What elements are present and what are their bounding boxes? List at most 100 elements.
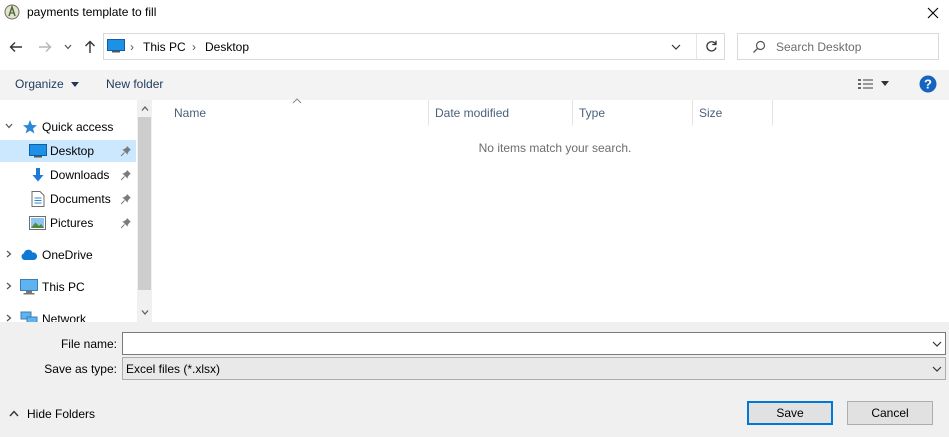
empty-results-message: No items match your search. bbox=[478, 141, 632, 155]
desktop-icon bbox=[29, 144, 47, 158]
close-button[interactable] bbox=[918, 0, 948, 26]
file-name-label: File name: bbox=[60, 337, 117, 351]
scroll-down-button[interactable] bbox=[137, 304, 152, 320]
app-icon bbox=[4, 4, 20, 20]
column-header-date-modified[interactable]: Date modified bbox=[429, 100, 573, 126]
arrow-right-icon bbox=[39, 42, 52, 52]
help-button[interactable]: ? bbox=[919, 75, 937, 93]
save-as-type-value: Excel files (*.xlsx) bbox=[126, 362, 221, 376]
scroll-thumb[interactable] bbox=[138, 117, 151, 290]
nav-item-quick-access[interactable]: Quick access bbox=[0, 116, 136, 138]
organize-menu[interactable]: Organize bbox=[15, 77, 80, 91]
nav-item-documents[interactable]: Documents bbox=[0, 188, 136, 210]
chevron-right-icon bbox=[6, 282, 12, 290]
pin-icon bbox=[120, 218, 131, 229]
chevron-down-icon bbox=[141, 309, 148, 315]
nav-pane-scrollbar[interactable] bbox=[137, 100, 152, 322]
save-as-type-label: Save as type: bbox=[44, 362, 117, 376]
chevron-down-icon bbox=[64, 44, 72, 50]
recent-locations-button[interactable] bbox=[59, 36, 77, 58]
pin-icon bbox=[120, 194, 131, 205]
column-header-type[interactable]: Type bbox=[573, 100, 693, 126]
cloud-icon bbox=[21, 249, 38, 260]
chevron-down-icon bbox=[671, 44, 681, 50]
window-title: payments template to fill bbox=[27, 5, 157, 19]
breadcrumb-this-pc[interactable]: This PC bbox=[143, 40, 186, 54]
arrow-left-icon bbox=[9, 42, 22, 52]
command-toolbar: Organize New folder ? bbox=[0, 70, 949, 100]
nav-item-this-pc[interactable]: This PC bbox=[0, 276, 136, 298]
close-icon bbox=[927, 7, 939, 19]
chevron-down-icon bbox=[5, 123, 13, 129]
arrow-up-icon bbox=[85, 40, 95, 53]
help-icon: ? bbox=[919, 75, 937, 93]
svg-text:?: ? bbox=[924, 77, 932, 92]
nav-item-pictures[interactable]: Pictures bbox=[0, 212, 136, 234]
refresh-button[interactable] bbox=[696, 34, 725, 59]
search-icon bbox=[752, 40, 766, 54]
save-options-panel: File name: Save as type: Excel files (*.… bbox=[0, 322, 949, 437]
nav-label-quick-access: Quick access bbox=[42, 120, 114, 134]
column-header-size[interactable]: Size bbox=[693, 100, 773, 126]
nav-label-desktop: Desktop bbox=[50, 144, 95, 158]
chevron-down-icon bbox=[932, 366, 942, 372]
chevron-right-icon bbox=[6, 250, 12, 258]
nav-label-this-pc: This PC bbox=[42, 280, 85, 294]
column-header-type-label: Type bbox=[579, 106, 606, 120]
save-button[interactable]: Save bbox=[747, 401, 833, 425]
title-bar: payments template to fill bbox=[0, 0, 949, 26]
chevron-up-icon bbox=[9, 410, 19, 417]
download-icon bbox=[32, 168, 44, 182]
pictures-icon bbox=[29, 216, 46, 230]
column-header-date-label: Date modified bbox=[435, 106, 510, 120]
column-header-name-label: Name bbox=[174, 106, 207, 120]
chevron-right-icon bbox=[6, 314, 12, 322]
hide-folders-label: Hide Folders bbox=[27, 407, 96, 421]
search-input[interactable] bbox=[776, 36, 934, 57]
nav-item-onedrive[interactable]: OneDrive bbox=[0, 244, 136, 266]
save-as-type-dropdown-button[interactable] bbox=[929, 358, 945, 379]
address-dropdown-button[interactable] bbox=[664, 34, 688, 59]
nav-label-network: Network bbox=[42, 312, 87, 322]
save-as-type-select[interactable]: Excel files (*.xlsx) bbox=[122, 357, 946, 380]
new-folder-button[interactable]: New folder bbox=[106, 77, 163, 91]
document-icon bbox=[31, 191, 45, 207]
nav-item-network[interactable]: Network bbox=[0, 308, 136, 322]
desktop-icon bbox=[107, 39, 125, 53]
nav-item-desktop[interactable]: Desktop bbox=[0, 140, 136, 162]
nav-label-pictures: Pictures bbox=[50, 216, 94, 230]
search-box[interactable] bbox=[737, 33, 939, 60]
network-icon bbox=[20, 311, 38, 322]
nav-label-documents: Documents bbox=[50, 192, 111, 206]
file-name-combobox[interactable] bbox=[122, 332, 946, 355]
breadcrumb-desktop[interactable]: Desktop bbox=[205, 40, 249, 54]
file-name-input[interactable] bbox=[125, 334, 925, 353]
breadcrumb-separator: › bbox=[130, 40, 134, 54]
column-header-size-label: Size bbox=[699, 106, 723, 120]
nav-label-downloads: Downloads bbox=[50, 168, 110, 182]
pin-icon bbox=[120, 146, 131, 157]
nav-item-downloads[interactable]: Downloads bbox=[0, 164, 136, 186]
column-header-name[interactable]: Name bbox=[168, 100, 429, 126]
forward-button[interactable] bbox=[34, 36, 56, 58]
computer-icon bbox=[20, 279, 38, 295]
up-button[interactable] bbox=[79, 36, 101, 58]
pin-icon bbox=[120, 170, 131, 181]
back-button[interactable] bbox=[5, 36, 27, 58]
nav-label-onedrive: OneDrive bbox=[42, 248, 93, 262]
chevron-down-icon bbox=[932, 341, 942, 347]
chevron-up-icon bbox=[141, 105, 148, 111]
view-options-dropdown[interactable] bbox=[881, 81, 889, 86]
caret-down-icon bbox=[71, 82, 80, 88]
change-view-button[interactable] bbox=[857, 77, 875, 91]
breadcrumb-separator: › bbox=[192, 40, 196, 54]
file-name-dropdown-button[interactable] bbox=[929, 333, 945, 354]
refresh-icon bbox=[705, 40, 717, 52]
star-icon bbox=[23, 120, 37, 134]
organize-label: Organize bbox=[15, 77, 64, 91]
scroll-up-button[interactable] bbox=[137, 100, 152, 116]
address-bar[interactable]: › This PC › Desktop bbox=[103, 33, 725, 60]
navigation-pane: Quick access Desktop Downloads Documents bbox=[0, 100, 152, 322]
details-view-icon bbox=[858, 79, 873, 89]
cancel-button[interactable]: Cancel bbox=[847, 401, 933, 425]
